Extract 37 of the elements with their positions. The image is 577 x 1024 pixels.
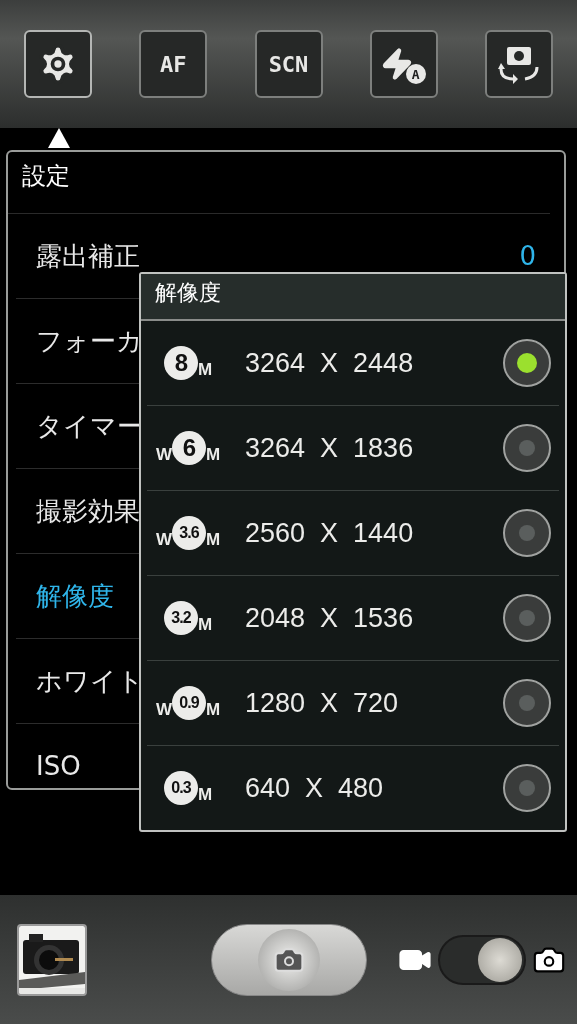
radio-button[interactable]	[503, 424, 551, 472]
auto-badge: A	[405, 64, 426, 84]
popup-header: 解像度	[141, 274, 565, 321]
setting-label: ホワイト	[36, 664, 144, 698]
setting-value: 0	[519, 241, 536, 271]
mode-label: SCN	[268, 51, 309, 77]
setting-label: 露出補正	[36, 239, 140, 273]
resolution-option[interactable]: 8 M 3264 X 2448	[147, 321, 559, 406]
radio-button[interactable]	[503, 679, 551, 727]
resolution-option[interactable]: W 3.6 M 2560 X 1440	[147, 491, 559, 576]
resolution-label: 1280 X 720	[244, 687, 400, 719]
mode-switch[interactable]	[438, 934, 526, 985]
radio-button[interactable]	[503, 764, 551, 812]
resolution-option[interactable]: W 0.9 M 1280 X 720	[147, 661, 559, 746]
resolution-label: 3264 X 1836	[244, 432, 415, 464]
radio-button[interactable]	[503, 339, 551, 387]
resolution-option[interactable]: 3.2 M 2048 X 1536	[147, 576, 559, 661]
resolution-option[interactable]: W 6 M 3264 X 1836	[147, 406, 559, 491]
toolbar-button[interactable]: SCN	[254, 30, 323, 98]
mode-label: AF	[160, 51, 187, 77]
resolution-label: 2560 X 1440	[244, 517, 415, 549]
radio-button[interactable]	[503, 594, 551, 642]
panel-title: 設定	[22, 162, 70, 190]
gallery-thumbnail[interactable]	[17, 923, 87, 996]
setting-label: ISO	[36, 751, 81, 781]
setting-label: フォーカ	[36, 324, 143, 358]
toolbar-button[interactable]	[485, 30, 553, 98]
resolution-label: 3264 X 2448	[244, 347, 415, 379]
resolution-option[interactable]: 0.3 M 640 X 480	[147, 746, 559, 830]
pointer-arrow	[48, 128, 70, 148]
toolbar-button[interactable]: AF	[139, 30, 208, 98]
setting-label: 解像度	[36, 579, 114, 613]
resolution-label: 2048 X 1536	[244, 602, 415, 634]
resolution-label: 640 X 480	[244, 772, 385, 804]
setting-label: 撮影効果	[36, 494, 140, 528]
toolbar-button[interactable]: A	[369, 30, 438, 98]
radio-button[interactable]	[503, 509, 551, 557]
